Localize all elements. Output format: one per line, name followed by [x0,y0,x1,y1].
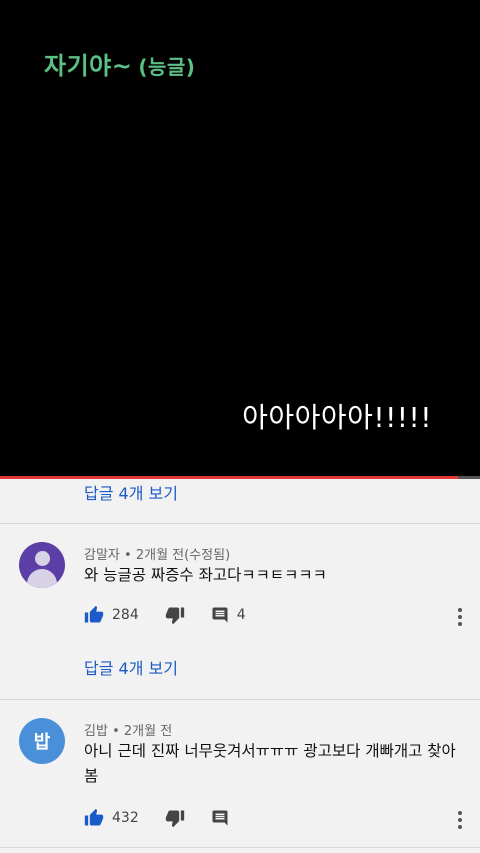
dislike-button[interactable] [165,605,185,625]
caption-top: 자기야~ (능글) [44,46,195,81]
comment-icon [212,810,228,826]
comment-actions: 432 [84,806,255,830]
avatar[interactable]: 밥 [19,718,65,764]
reply-button[interactable] [211,809,229,827]
video-player[interactable]: 자기야~ (능글) 아아아아아!!!!! [0,0,480,478]
meta-separator: • [124,548,136,563]
thumbs-up-icon [84,605,104,623]
avatar-head [35,551,50,566]
comment-author[interactable]: 감말자 [84,548,120,563]
comment-time: 2개월 전 [123,724,173,739]
comment-author[interactable]: 김밥 [84,724,108,739]
divider [0,847,480,848]
comment-actions: 284 4 [84,603,272,627]
reply-count: 4 [236,607,246,623]
comment-text: 와 능글공 짜증수 좌고다ㅋㅋㅌㅋㅋㅋ [84,566,327,584]
reply-button[interactable]: 4 [211,606,246,624]
view-replies-link[interactable]: 답글 4개 보기 [84,480,178,504]
comment-item: 감말자 • 2개월 전(수정됨) 와 능글공 짜증수 좌고다ㅋㅋㅌㅋㅋㅋ 284… [0,524,480,704]
dislike-button[interactable] [165,808,185,828]
like-button[interactable]: 284 [84,605,139,625]
caption-bottom: 아아아아아!!!!! [242,401,432,434]
comment-item: 밥 김밥 • 2개월 전 아니 근데 진짜 너무웃겨서ㅠㅠㅠ 광고보다 개빠개고… [0,700,480,850]
comment-time: 2개월 전(수정됨) [135,548,231,563]
comment-icon [212,607,228,623]
comment-meta: 김밥 • 2개월 전 [84,720,172,739]
thumbs-down-icon [165,607,184,625]
comment-text: 아니 근데 진짜 너무웃겨서ㅠㅠㅠ 광고보다 개빠개고 찾아봄 [84,742,456,785]
like-count: 284 [112,607,139,623]
more-options-icon[interactable] [458,811,462,829]
thumbs-up-icon [84,808,104,826]
avatar[interactable] [19,542,65,588]
caption-top-small: (능글) [138,55,196,79]
caption-top-text: 자기야~ [44,52,133,80]
view-replies-link[interactable]: 답글 4개 보기 [84,655,178,679]
more-options-icon[interactable] [458,608,462,626]
avatar-body [27,569,57,588]
like-button[interactable]: 432 [84,808,139,828]
comment-meta: 감말자 • 2개월 전(수정됨) [84,544,230,563]
thumbs-down-icon [165,810,184,828]
like-count: 432 [112,810,139,826]
comments-section: 답글 4개 보기 감말자 • 2개월 전(수정됨) 와 능글공 짜증수 좌고다ㅋ… [0,479,480,853]
meta-separator: • [112,724,124,739]
